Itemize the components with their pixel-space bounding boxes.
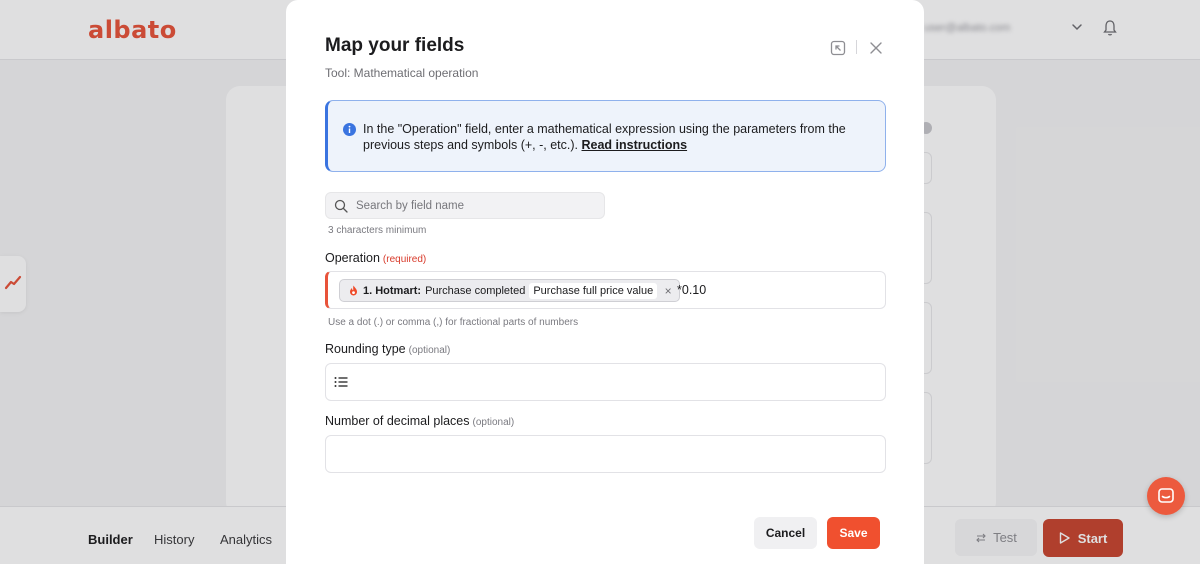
- map-fields-modal: Map your fields Tool: Mathematical opera…: [286, 0, 924, 564]
- close-icon[interactable]: [868, 40, 884, 56]
- operation-hint: Use a dot (.) or comma (,) for fractiona…: [328, 317, 579, 328]
- operation-label-text: Operation: [325, 251, 380, 265]
- search-icon: [334, 199, 348, 213]
- optional-tag: (optional): [408, 345, 451, 356]
- search-field[interactable]: [325, 192, 605, 219]
- decimals-label-text: Number of decimal places: [325, 414, 470, 428]
- chip-app-name: 1. Hotmart:: [363, 284, 422, 297]
- chip-event-name: Purchase completed: [425, 284, 526, 297]
- expand-icon[interactable]: [830, 40, 846, 56]
- list-icon: [334, 377, 348, 387]
- modal-title: Map your fields: [325, 35, 465, 56]
- decimals-label: Number of decimal places (optional): [325, 414, 514, 428]
- operation-expression-suffix: *0.10: [677, 283, 707, 297]
- modal-subtitle: Tool: Mathematical operation: [325, 66, 479, 80]
- operation-input[interactable]: 1. Hotmart: Purchase completed Purchase …: [325, 271, 886, 309]
- chat-icon: [1158, 488, 1174, 503]
- parameter-chip[interactable]: 1. Hotmart: Purchase completed Purchase …: [339, 279, 681, 302]
- operation-label: Operation (required): [325, 251, 426, 265]
- rounding-type-select[interactable]: [325, 363, 886, 401]
- cancel-button[interactable]: Cancel: [754, 517, 817, 549]
- rounding-label-text: Rounding type: [325, 342, 406, 356]
- info-text: In the "Operation" field, enter a mathem…: [363, 121, 873, 153]
- save-button[interactable]: Save: [827, 517, 880, 549]
- hotmart-flame-icon: [350, 285, 357, 296]
- search-input[interactable]: [356, 193, 596, 218]
- info-callout: In the "Operation" field, enter a mathem…: [325, 100, 886, 172]
- decimal-places-input[interactable]: [325, 435, 886, 473]
- optional-tag: (optional): [472, 417, 515, 428]
- chip-remove-icon[interactable]: ×: [657, 284, 679, 298]
- chat-support-button[interactable]: [1147, 477, 1185, 515]
- header-divider: [856, 40, 857, 54]
- read-instructions-link[interactable]: Read instructions: [582, 138, 688, 152]
- chip-param-name: Purchase full price value: [529, 282, 658, 299]
- info-icon: [343, 123, 356, 136]
- search-hint: 3 characters minimum: [328, 225, 427, 236]
- required-tag: (required): [382, 254, 427, 265]
- rounding-label: Rounding type (optional): [325, 342, 450, 356]
